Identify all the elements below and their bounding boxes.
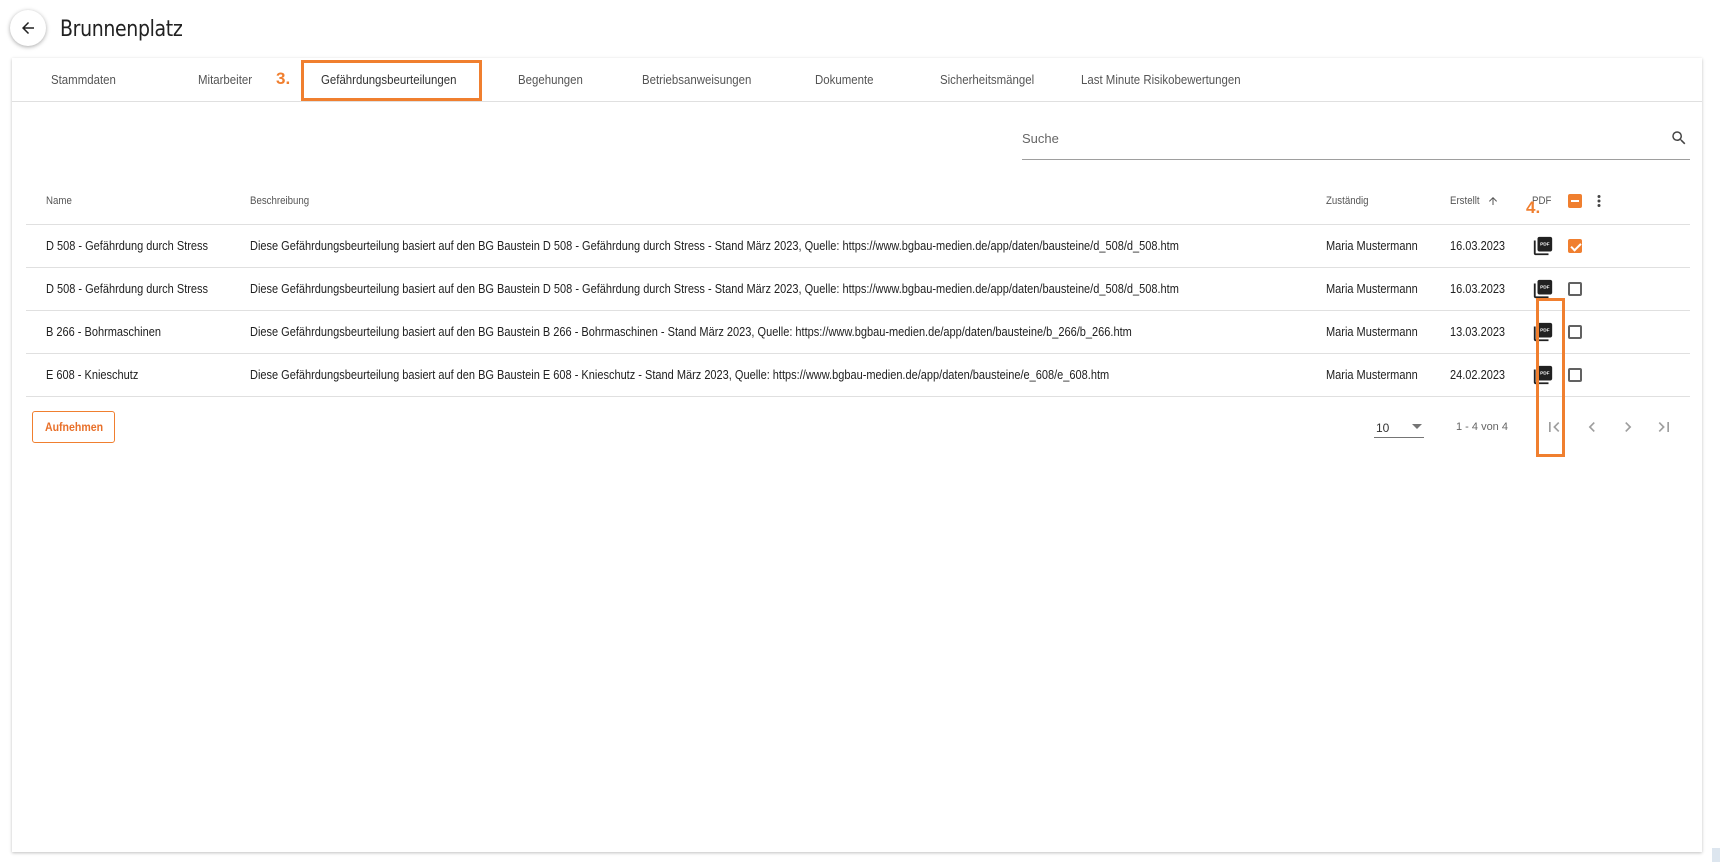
cell-beschreibung: Diese Gefährdungsbeurteilung basiert auf…: [230, 267, 1306, 311]
cell-beschreibung: Diese Gefährdungsbeurteilung basiert auf…: [230, 310, 1306, 354]
cell-zustaendig: Maria Mustermann: [1305, 310, 1430, 354]
first-page-button[interactable]: [1542, 415, 1566, 439]
svg-text:PDF: PDF: [1541, 241, 1551, 247]
next-page-button[interactable]: [1616, 415, 1640, 439]
annotation-step-4: 4.: [1526, 198, 1541, 217]
search-icon[interactable]: [1670, 129, 1688, 147]
pdf-icon[interactable]: PDF: [1532, 235, 1554, 257]
cell-empty: [1582, 267, 1690, 311]
page-size-value: 10: [1376, 421, 1390, 435]
tab-betriebsanweisungen[interactable]: Betriebsanweisungen: [642, 58, 751, 102]
column-header-erstellt[interactable]: Erstellt: [1429, 178, 1513, 225]
table-body: D 508 - Gefährdung durch Stress Diese Gef…: [26, 224, 1690, 397]
column-header-beschreibung[interactable]: Beschreibung: [230, 178, 1306, 225]
table-header-row: Name Beschreibung Zuständig Erstellt PDF: [26, 178, 1690, 225]
arrow-left-icon: [22, 22, 34, 34]
select-all-checkbox[interactable]: [1568, 193, 1583, 208]
first-page-icon: [1549, 422, 1560, 432]
table-row[interactable]: B 266 - Bohrmaschinen Diese Gefährdungsbe…: [26, 310, 1690, 354]
prev-page-button[interactable]: [1580, 415, 1604, 439]
risk-assessment-table: Name Beschreibung Zuständig Erstellt PDF…: [26, 178, 1690, 397]
prev-page-icon: [1588, 422, 1595, 432]
last-page-icon: [1658, 422, 1669, 432]
cell-zustaendig: Maria Mustermann: [1305, 267, 1430, 311]
tab-dokumente[interactable]: Dokumente: [815, 58, 874, 102]
more-vert-icon[interactable]: [1590, 192, 1608, 210]
cell-empty: [1582, 353, 1690, 397]
search-field: [1022, 118, 1690, 160]
cell-zustaendig: Maria Mustermann: [1305, 224, 1430, 268]
pdf-icon[interactable]: PDF: [1532, 278, 1554, 300]
tab-bar: Stammdaten Mitarbeiter 3. Gefährdungsbeu…: [12, 58, 1702, 102]
row-checkbox[interactable]: [1568, 324, 1583, 339]
tab-sicherheitsmaengel[interactable]: Sicherheitsmängel: [940, 58, 1034, 102]
table-row[interactable]: E 608 - Knieschutz Diese Gefährdungsbeurt…: [26, 353, 1690, 397]
cell-empty: [1582, 310, 1690, 354]
svg-text:PDF: PDF: [1541, 284, 1551, 290]
tab-last-minute-risikobewertungen[interactable]: Last Minute Risikobewertungen: [1081, 58, 1241, 102]
row-checkbox[interactable]: [1568, 238, 1583, 253]
tab-gefaehrdungsbeurteilungen[interactable]: Gefährdungsbeurteilungen: [321, 58, 456, 102]
cell-erstellt: 24.02.2023: [1429, 353, 1513, 397]
row-checkbox[interactable]: [1568, 281, 1583, 296]
cell-select: [1556, 224, 1583, 268]
back-button[interactable]: [10, 10, 46, 46]
main-card: Stammdaten Mitarbeiter 3. Gefährdungsbeu…: [12, 58, 1702, 852]
page-size-select[interactable]: 10: [1374, 416, 1424, 438]
row-checkbox[interactable]: [1568, 367, 1583, 382]
cell-pdf: PDF: [1512, 224, 1557, 268]
cell-erstellt: 16.03.2023: [1429, 224, 1513, 268]
annotation-step-3: 3.: [276, 69, 291, 88]
top-bar: Brunnenplatz: [0, 0, 1720, 60]
tab-stammdaten[interactable]: Stammdaten: [51, 58, 116, 102]
column-header-select-all[interactable]: [1556, 178, 1583, 225]
cell-name: D 508 - Gefährdung durch Stress: [26, 224, 231, 268]
next-page-icon: [1625, 422, 1632, 432]
cell-erstellt: 13.03.2023: [1429, 310, 1513, 354]
cell-erstellt: 16.03.2023: [1429, 267, 1513, 311]
cell-name: B 266 - Bohrmaschinen: [26, 310, 231, 354]
table-row[interactable]: D 508 - Gefährdung durch Stress Diese Gef…: [26, 224, 1690, 268]
sort-up-icon: [1489, 196, 1498, 205]
cell-beschreibung: Diese Gefährdungsbeurteilung basiert auf…: [230, 353, 1306, 397]
tab-mitarbeiter[interactable]: Mitarbeiter: [198, 58, 252, 102]
column-header-name[interactable]: Name: [26, 178, 231, 225]
cell-beschreibung: Diese Gefährdungsbeurteilung basiert auf…: [230, 224, 1306, 268]
last-page-button[interactable]: [1652, 415, 1676, 439]
column-header-zustaendig[interactable]: Zuständig: [1305, 178, 1430, 225]
cell-name: D 508 - Gefährdung durch Stress: [26, 267, 231, 311]
paginator-range-label: 1 - 4 von 4: [1456, 421, 1508, 433]
table-row[interactable]: D 508 - Gefährdung durch Stress Diese Gef…: [26, 267, 1690, 311]
cell-name: E 608 - Knieschutz: [26, 353, 231, 397]
page-title: Brunnenplatz: [60, 17, 183, 42]
search-input[interactable]: [1022, 118, 1642, 158]
tab-begehungen[interactable]: Begehungen: [518, 58, 583, 102]
cell-empty: [1582, 224, 1690, 268]
column-header-menu[interactable]: [1582, 178, 1690, 225]
aufnehmen-button[interactable]: Aufnehmen: [32, 411, 115, 443]
chevron-down-icon: [1412, 424, 1422, 429]
scrollbar-hint: [1712, 848, 1720, 862]
cell-zustaendig: Maria Mustermann: [1305, 353, 1430, 397]
